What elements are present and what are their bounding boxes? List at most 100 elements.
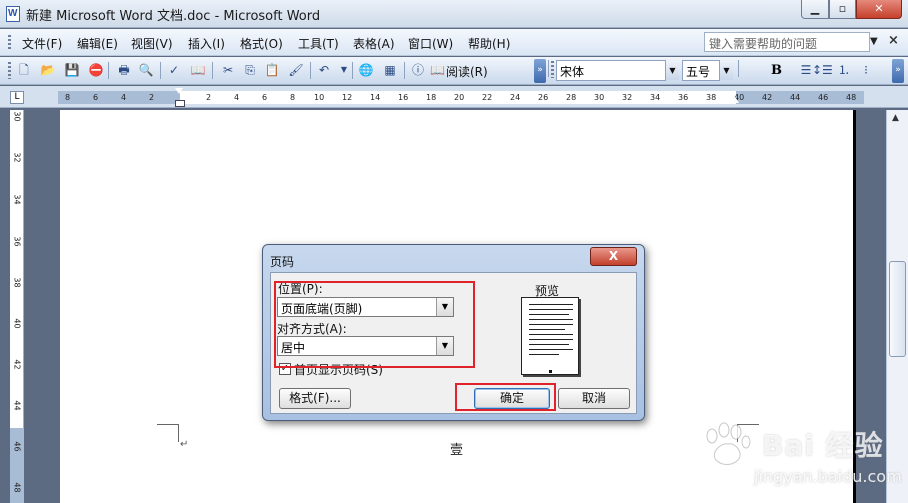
toolbar-separator: [310, 62, 311, 79]
hyperlink-icon[interactable]: 🌐: [358, 62, 374, 78]
toolbar-separator: [212, 62, 213, 79]
ruler-tick: 24: [510, 93, 521, 102]
maximize-button[interactable]: ▫: [829, 0, 856, 19]
right-indent-marker[interactable]: [731, 97, 739, 103]
print-icon[interactable]: 🖶: [116, 62, 132, 78]
scroll-up-icon[interactable]: ▲: [892, 113, 899, 123]
menu-window[interactable]: 窗口(W): [408, 35, 453, 52]
ruler-tick: 18: [426, 93, 437, 102]
dialog-close-button[interactable]: X: [590, 247, 637, 266]
word-document-icon: [6, 6, 20, 22]
read-mode-button[interactable]: 阅读(R): [446, 63, 488, 80]
dialog-title: 页码: [270, 255, 295, 269]
toolbar-separator: [160, 62, 161, 79]
ruler-tick: 44: [790, 93, 801, 102]
ruler-tick: 42: [762, 93, 773, 102]
toolbar-separator: [352, 62, 353, 79]
spelling-icon[interactable]: ✓: [166, 62, 182, 78]
ruler-tick: 6: [262, 93, 268, 102]
new-document-icon[interactable]: 🗋: [16, 62, 32, 78]
menu-edit[interactable]: 编辑(E): [77, 35, 118, 52]
table-icon[interactable]: ▦: [382, 62, 398, 78]
format-painter-icon[interactable]: 🖌: [288, 62, 304, 78]
ruler-tick: 38: [12, 277, 22, 288]
watermark-text: Bai 经验: [762, 429, 884, 462]
highlight-box-options: [274, 281, 475, 368]
open-folder-icon[interactable]: 📂: [40, 62, 56, 78]
ruler-tick: 44: [12, 400, 22, 411]
ruler-tick: 32: [12, 152, 22, 163]
undo-dropdown-icon[interactable]: ▼: [336, 62, 352, 78]
save-icon[interactable]: 💾: [64, 62, 80, 78]
menu-insert[interactable]: 插入(I): [188, 35, 225, 52]
print-preview-icon[interactable]: 🔍: [138, 62, 154, 78]
help-dropdown-icon[interactable]: ▼: [870, 36, 878, 47]
research-icon[interactable]: 📖: [190, 62, 206, 78]
ruler-tick: 2: [206, 93, 212, 102]
paragraph-mark-icon: ↵: [180, 439, 189, 450]
read-mode-icon[interactable]: 📖: [430, 62, 445, 78]
minimize-button[interactable]: ▁: [801, 0, 829, 19]
ruler-tick: 30: [594, 93, 605, 102]
copy-icon[interactable]: ⎘: [242, 62, 258, 78]
paste-icon[interactable]: 📋: [264, 62, 280, 78]
ruler-tick: 48: [12, 482, 22, 493]
format-button[interactable]: 格式(F)...: [279, 388, 351, 409]
undo-icon[interactable]: ↶: [316, 62, 332, 78]
document-close-icon[interactable]: ×: [888, 33, 899, 48]
title-bar: 新建 Microsoft Word 文档.doc - Microsoft Wor…: [0, 0, 908, 28]
ruler-tick: 38: [706, 93, 717, 102]
ruler-tick: 20: [454, 93, 465, 102]
margin-corner-left: [157, 424, 179, 442]
ruler-tick: 8: [65, 93, 71, 102]
help-icon[interactable]: ⓘ: [410, 62, 426, 78]
ruler-tick: 36: [678, 93, 689, 102]
scrollbar-thumb[interactable]: [889, 261, 906, 357]
formatting-grip-icon[interactable]: [551, 61, 554, 78]
numbered-list-icon[interactable]: ⒈: [836, 62, 852, 78]
tab-selector-icon[interactable]: L: [10, 91, 24, 104]
vertical-scrollbar[interactable]: ▲: [886, 110, 908, 503]
first-line-indent-marker[interactable]: [175, 88, 185, 107]
ruler-tick: 28: [566, 93, 577, 102]
font-size-dropdown-icon[interactable]: ▼: [720, 61, 733, 80]
cancel-button[interactable]: 取消: [558, 388, 630, 409]
toolbar-separator: [738, 60, 739, 77]
ruler-tick: 34: [12, 194, 22, 205]
line-spacing-icon[interactable]: ↕☰: [812, 62, 833, 78]
menu-grip-icon[interactable]: [8, 35, 11, 51]
menu-view[interactable]: 视图(V): [131, 35, 173, 52]
formatting-options-chevron-icon[interactable]: »: [892, 59, 904, 83]
cut-icon[interactable]: ✂: [220, 62, 236, 78]
toolbar-grip-icon[interactable]: [8, 62, 11, 79]
ruler-tick: 8: [290, 93, 296, 102]
ruler-tick: 36: [12, 236, 22, 247]
highlight-box-ok: [455, 383, 556, 411]
ruler-tick: 26: [538, 93, 549, 102]
help-search-input[interactable]: 键入需要帮助的问题: [704, 32, 870, 52]
font-name-dropdown-icon[interactable]: ▼: [666, 61, 679, 80]
menu-format[interactable]: 格式(O): [240, 35, 283, 52]
menu-help[interactable]: 帮助(H): [468, 35, 510, 52]
ruler-tick: 14: [370, 93, 381, 102]
toolbar-options-chevron-icon[interactable]: »: [534, 59, 546, 83]
close-window-button[interactable]: ✕: [856, 0, 902, 19]
page-number-footer: 壹: [450, 443, 464, 458]
bold-button[interactable]: B: [771, 63, 782, 78]
ruler-tick: 22: [482, 93, 493, 102]
menu-tools[interactable]: 工具(T): [298, 35, 339, 52]
ruler-tick: 4: [121, 93, 127, 102]
ruler-tick: 40: [12, 318, 22, 329]
permission-icon[interactable]: ⛔: [88, 62, 104, 78]
bullet-list-icon[interactable]: ⁝: [858, 62, 874, 78]
font-size-field[interactable]: 五号: [682, 60, 720, 81]
menu-file[interactable]: 文件(F): [22, 35, 62, 52]
menu-table[interactable]: 表格(A): [353, 35, 395, 52]
toolbar-separator: [404, 62, 405, 79]
ruler-tick: 32: [622, 93, 633, 102]
ruler-tick: 12: [342, 93, 353, 102]
toolbar-separator: [108, 62, 109, 79]
page-preview: [521, 297, 579, 375]
preview-page-number-dot: [549, 370, 552, 373]
font-name-field[interactable]: 宋体: [556, 60, 666, 81]
